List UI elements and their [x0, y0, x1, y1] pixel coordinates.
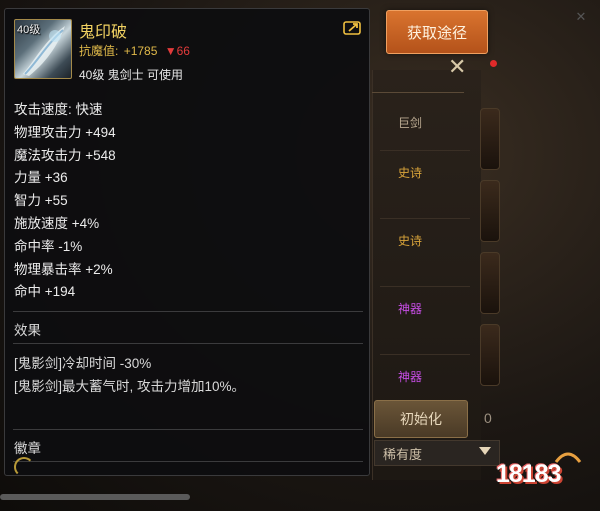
rarity-select-label: 稀有度 [383, 446, 423, 462]
stat-line: 物理暴击率 +2% [14, 261, 113, 277]
row-divider [380, 286, 470, 287]
resist-drop: ▼66 [164, 44, 190, 58]
emblem-slot-icon [14, 457, 34, 477]
window-close-icon[interactable]: ✕ [572, 8, 590, 26]
section-divider [13, 429, 363, 430]
grade-label-epic[interactable]: 史诗 [398, 164, 422, 181]
equipment-slot-icon[interactable] [480, 108, 500, 170]
effect-line: [鬼影剑]最大蓄气时, 攻击力增加10%。 [14, 379, 246, 394]
panel-divider [372, 92, 464, 93]
item-requirement: 40级 鬼剑士 可使用 [79, 68, 184, 82]
watermark-logo: 18183 [496, 446, 596, 496]
row-divider [380, 354, 470, 355]
initialize-button[interactable]: 初始化 [374, 400, 468, 438]
section-divider [13, 311, 363, 312]
item-level-badge: 40级 [17, 24, 41, 36]
effect-title: 效果 [14, 323, 41, 338]
stat-line: 命中 +194 [14, 284, 76, 300]
stat-line: 物理攻击力 +494 [14, 124, 116, 140]
close-icon[interactable]: ✕ [448, 54, 466, 80]
chevron-down-icon [479, 447, 491, 455]
stat-line: 智力 +55 [14, 193, 68, 209]
stat-line: 施放速度 +4% [14, 215, 100, 231]
section-divider [13, 343, 363, 344]
grade-label-legendary[interactable]: 神器 [398, 368, 422, 385]
watermark-text: 18183 [496, 460, 562, 488]
emblem-title: 徽章 [14, 441, 41, 456]
horizontal-scrollbar[interactable] [0, 494, 190, 500]
item-name: 鬼印破 [79, 24, 128, 41]
resist-label: 抗魔值: [79, 44, 119, 58]
rarity-select[interactable]: 稀有度 [374, 440, 500, 466]
equipment-slot-icon[interactable] [480, 324, 500, 386]
equipment-slot-icon[interactable] [480, 252, 500, 314]
stat-line: 攻击速度: 快速 [14, 102, 103, 117]
resist-row: 抗魔值: +1785 ▼66 [79, 42, 190, 59]
stat-list: 攻击速度: 快速 物理攻击力 +494 魔法攻击力 +548 力量 +36 智力… [14, 99, 116, 304]
share-icon[interactable] [343, 20, 363, 36]
notification-dot [490, 60, 497, 67]
section-divider [13, 461, 363, 462]
row-divider [380, 150, 470, 151]
stat-line: 力量 +36 [14, 170, 68, 186]
equipment-slot-icon[interactable] [480, 180, 500, 242]
row-divider [380, 218, 470, 219]
side-number: 0 [484, 410, 492, 426]
grade-label-legendary[interactable]: 神器 [398, 300, 422, 317]
resist-value: +1785 [123, 44, 158, 58]
stat-line: 命中率 -1% [14, 238, 83, 254]
grade-label-epic[interactable]: 史诗 [398, 232, 422, 249]
stat-line: 魔法攻击力 +548 [14, 147, 116, 163]
item-tooltip: 40级 鬼印破 抗魔值: +1785 ▼66 40级 鬼剑士 可使用 攻击速度:… [4, 8, 370, 476]
item-icon: 40级 [14, 19, 72, 79]
grade-label-category: 巨剑 [398, 116, 423, 130]
acquire-route-button[interactable]: 获取途径 [386, 10, 488, 54]
effect-line: [鬼影剑]冷却时间 -30% [14, 356, 152, 371]
